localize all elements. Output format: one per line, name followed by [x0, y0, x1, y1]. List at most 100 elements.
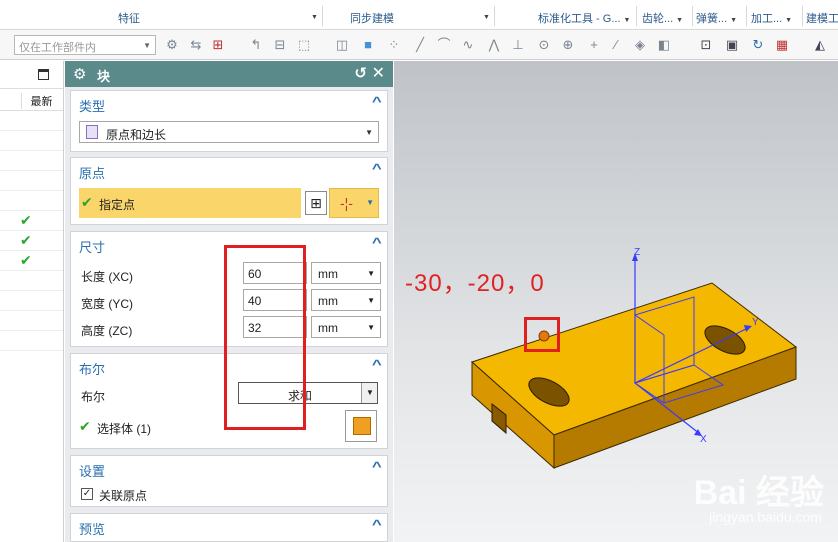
associative-origin-checkbox[interactable]: ✓ — [81, 488, 93, 500]
latest-column-label[interactable]: 最新 — [21, 93, 61, 109]
shape-icon[interactable]: ◈ — [632, 37, 648, 53]
boolean-label: 布尔 — [81, 390, 106, 404]
annotation-highlight-box — [224, 245, 306, 430]
snap-icon[interactable]: ⚙ — [164, 37, 180, 53]
graphics-viewport[interactable]: Z Y X -30，-20，0 Bai 经验 jingyan.baidu.com — [394, 61, 838, 542]
layer-icon[interactable]: ▦ — [774, 37, 790, 53]
section-title: 原点 — [79, 166, 106, 181]
watermark-url: jingyan.baidu.com — [709, 509, 822, 525]
chevron-up-icon[interactable]: ^ — [372, 94, 382, 109]
node-icon[interactable]: ⊥ — [510, 37, 526, 53]
section-title: 类型 — [79, 99, 106, 114]
ribbon-group-sync-dropdown[interactable]: ▼ — [480, 10, 490, 22]
select-body-label[interactable]: 选择体 (1) — [97, 420, 151, 437]
rectangle-select-icon[interactable]: ⬚ — [296, 37, 312, 53]
solid-icon[interactable]: ◫ — [334, 37, 350, 53]
length-label: 长度 (XC) — [81, 270, 133, 284]
origin-section-header[interactable]: 原点 ^ — [71, 158, 387, 182]
check-icon: ✔ — [20, 252, 32, 268]
ribbon-group-spring[interactable]: 弹簧... ▼ — [696, 10, 737, 26]
list-item[interactable] — [0, 311, 63, 331]
width-unit-select[interactable]: mm ▼ — [311, 289, 381, 311]
maximize-icon[interactable] — [38, 69, 49, 80]
gear-icon[interactable]: ⚙ — [73, 65, 86, 83]
ribbon-group-sync-modeling[interactable]: 同步建模 — [350, 10, 394, 26]
chevron-up-icon[interactable]: ^ — [372, 357, 382, 372]
section-title: 设置 — [79, 464, 106, 479]
settings-section: 设置 ^ ✓ 关联原点 — [70, 455, 388, 507]
select-body-button[interactable] — [345, 410, 377, 442]
spline-icon[interactable]: ∿ — [460, 37, 476, 53]
scatter-icon[interactable]: ⁘ — [386, 37, 402, 53]
plus-icon[interactable]: + — [586, 37, 602, 53]
point-type-dropdown[interactable]: -¦- ▼ — [329, 188, 379, 218]
list-item[interactable] — [0, 191, 63, 211]
point-dialog-icon[interactable]: ⊞ — [305, 191, 327, 215]
unit-value: mm — [318, 267, 338, 281]
dialog-title: 块 — [97, 69, 111, 84]
chevron-up-icon[interactable]: ^ — [372, 235, 382, 250]
specify-point-row[interactable]: ✔ 指定点 — [79, 188, 301, 218]
associative-origin-label: 关联原点 — [99, 489, 148, 503]
list-item[interactable]: ✔ — [0, 211, 63, 231]
curve-rule-icon[interactable]: ↰ — [248, 37, 264, 53]
chevron-down-icon: ▼ — [366, 388, 374, 397]
part-navigator-panel: 最新 ✔ ✔ ✔ — [0, 61, 64, 542]
baidu-watermark: Bai 经验 — [693, 474, 824, 512]
chevron-down-icon: ▼ — [366, 198, 374, 207]
height-label: 高度 (ZC) — [81, 324, 133, 338]
type-section-header[interactable]: 类型 ^ — [71, 91, 387, 115]
list-item[interactable] — [0, 151, 63, 171]
arc-icon[interactable]: ⌒ — [436, 37, 452, 53]
close-icon[interactable]: ✕ — [372, 63, 385, 83]
target-icon[interactable]: ⊕ — [560, 37, 576, 53]
face-icon[interactable]: ◧ — [656, 37, 672, 53]
list-item[interactable] — [0, 271, 63, 291]
point-select-icon[interactable]: ⊞ — [210, 37, 226, 53]
section-title: 布尔 — [79, 362, 106, 377]
chevron-up-icon[interactable]: ^ — [372, 161, 382, 176]
line-icon[interactable]: ╱ — [412, 37, 428, 53]
chevron-up-icon[interactable]: ^ — [372, 459, 382, 474]
ribbon-group-machining[interactable]: 加工... ▼ — [751, 10, 792, 26]
polyline-icon[interactable]: ⋀ — [486, 37, 502, 53]
body-icon[interactable]: ■ — [360, 37, 376, 53]
filter-icon[interactable]: ⇆ — [188, 37, 204, 53]
view-icon[interactable]: ▣ — [724, 37, 740, 53]
ribbon-group-standard-tools[interactable]: 标准化工具 - G... ▼ — [538, 10, 630, 26]
list-item[interactable] — [0, 171, 63, 191]
zoom-fit-icon[interactable]: ⊡ — [698, 37, 714, 53]
boolean-dropdown-button[interactable]: ▼ — [361, 383, 377, 403]
section-title: 预览 — [79, 522, 106, 537]
list-item[interactable]: ✔ — [0, 251, 63, 271]
list-item[interactable] — [0, 131, 63, 151]
reset-icon[interactable]: ↺ — [354, 64, 367, 82]
unit-value: mm — [318, 321, 338, 335]
list-item[interactable] — [0, 331, 63, 351]
x-axis-label: X — [700, 434, 707, 445]
selection-scope-value: 仅在工作部件内 — [19, 42, 96, 54]
chevron-down-icon: ▼ — [143, 41, 151, 50]
list-item[interactable] — [0, 291, 63, 311]
settings-section-header[interactable]: 设置 ^ — [71, 456, 387, 480]
slash-icon[interactable]: ⁄ — [608, 37, 624, 53]
render-style-icon[interactable]: ◭ — [812, 37, 828, 53]
feature-icon[interactable]: ⊟ — [272, 37, 288, 53]
chevron-up-icon[interactable]: ^ — [372, 517, 382, 532]
length-unit-select[interactable]: mm ▼ — [311, 262, 381, 284]
refresh-icon[interactable]: ↻ — [750, 37, 766, 53]
height-unit-select[interactable]: mm ▼ — [311, 316, 381, 338]
selection-scope-select[interactable]: 仅在工作部件内 ▼ — [14, 35, 156, 55]
type-select[interactable]: 原点和边长 ▼ — [79, 121, 379, 143]
list-item[interactable]: ✔ — [0, 231, 63, 251]
list-item[interactable] — [0, 111, 63, 131]
circle-center-icon[interactable]: ⊙ — [536, 37, 552, 53]
chevron-down-icon: ▼ — [365, 128, 373, 137]
point-inference-icon: -¦- — [340, 195, 353, 211]
preview-section-header[interactable]: 预览 ^ — [71, 514, 387, 538]
ribbon-group-feature-dropdown[interactable]: ▼ — [308, 10, 318, 22]
block-type-icon — [86, 125, 98, 139]
ribbon-group-gear[interactable]: 齿轮... ▼ — [642, 10, 683, 26]
ribbon-group-modeling-tools[interactable]: 建模工 — [806, 10, 838, 26]
ribbon-group-feature[interactable]: 特征 — [118, 10, 140, 26]
